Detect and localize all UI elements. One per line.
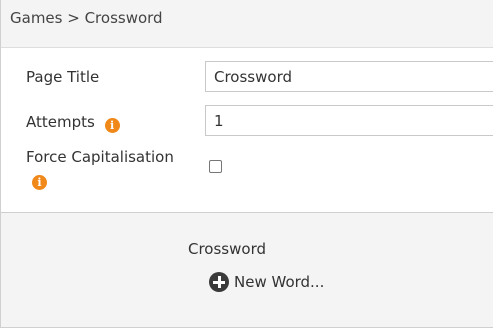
breadcrumb[interactable]: Games > Crossword bbox=[10, 9, 163, 27]
form-divider bbox=[1, 212, 493, 213]
page-title-input[interactable] bbox=[205, 61, 493, 92]
new-word-button[interactable]: New Word... bbox=[209, 271, 324, 293]
page-frame: Games > Crossword Page Title Attempts i … bbox=[0, 0, 493, 328]
plus-circle-icon bbox=[209, 272, 229, 292]
info-icon[interactable]: i bbox=[104, 118, 120, 133]
info-icon[interactable]: i bbox=[32, 175, 47, 190]
force-capitalisation-label: Force Capitalisation bbox=[26, 148, 174, 166]
force-capitalisation-info: i bbox=[32, 170, 47, 190]
attempts-label: Attempts bbox=[26, 113, 95, 131]
new-word-label: New Word... bbox=[234, 273, 325, 291]
crossword-section-title: Crossword bbox=[188, 240, 266, 258]
page-title-label: Page Title bbox=[26, 68, 100, 86]
settings-form: Page Title Attempts i Force Capitalisati… bbox=[1, 48, 493, 212]
force-capitalisation-checkbox[interactable] bbox=[209, 160, 222, 173]
attempts-input[interactable] bbox=[205, 105, 493, 136]
attempts-label-row: Attempts i bbox=[26, 113, 120, 133]
